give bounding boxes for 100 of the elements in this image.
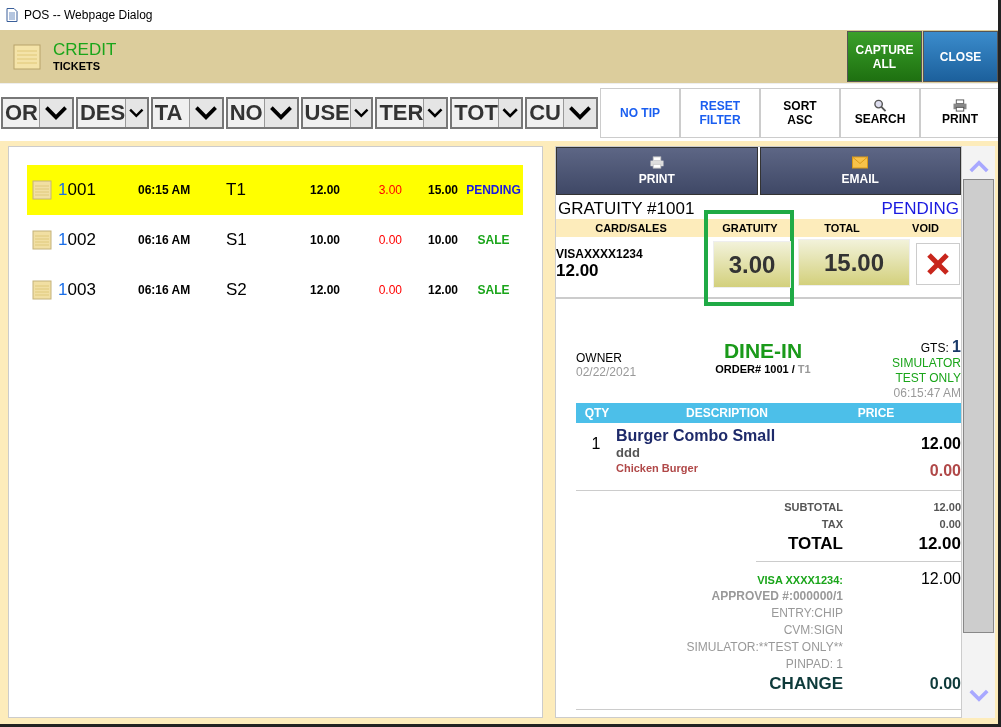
ticket-row[interactable]: 1002 06:16 AM S1 10.00 0.00 10.00 SALE [27, 215, 523, 265]
scrollbar[interactable] [962, 146, 995, 718]
chevron-down-icon [188, 98, 222, 127]
chevron-down-icon [125, 98, 147, 127]
ticket-status: SALE [476, 233, 511, 247]
gratuity-title: GRATUITY #1001 [558, 199, 695, 219]
payment-detail: PINPAD: 1 [784, 656, 843, 673]
page-subtitle: TICKETS [53, 58, 102, 73]
ticket-status: PENDING [465, 183, 522, 197]
subtotal-value: 12.00 [932, 500, 961, 515]
ticket-tip: 0.00 [377, 283, 402, 297]
search-icon [872, 99, 888, 112]
receipt-date: 02/22/2021 [576, 365, 638, 379]
print-button[interactable]: PRINT [556, 147, 758, 195]
ticket-time: 06:15 AM [138, 183, 192, 197]
ticket-time: 06:16 AM [138, 283, 192, 297]
note-icon [32, 180, 52, 200]
void-button[interactable] [916, 243, 960, 285]
payment-detail: CVM:SIGN [782, 622, 843, 639]
chevron-up-icon[interactable] [967, 158, 990, 173]
order-number: ORDER# 1001 / T1 [715, 363, 811, 375]
envelope-icon [852, 156, 869, 169]
payment-value: 12.00 [919, 570, 961, 588]
total-label: TOTAL [786, 533, 843, 555]
tax-label: TAX [820, 517, 843, 532]
note-icon [13, 43, 41, 70]
chevron-down-icon [423, 98, 447, 127]
ticket-tip: 3.00 [377, 183, 402, 197]
filter-dropdown[interactable]: DES [75, 96, 149, 129]
toolbar-button[interactable]: NO TIP [600, 87, 680, 138]
receipt-time: 06:15:47 AM [893, 386, 961, 401]
ticket-tip: 0.00 [377, 233, 402, 247]
tax-value: 0.00 [938, 517, 961, 532]
header-button[interactable]: CLOSE [923, 31, 998, 82]
payment-detail: SIMULATOR:**TEST ONLY** [685, 639, 843, 656]
change-value: 0.00 [928, 675, 961, 693]
email-button[interactable]: EMAIL [759, 147, 961, 195]
subtotal-label: SUBTOTAL [783, 500, 843, 515]
chevron-down-icon [263, 98, 297, 127]
header-button[interactable]: CAPTURE ALL [847, 31, 922, 82]
total-value: 12.00 [917, 533, 961, 555]
filter-dropdown[interactable]: TER [375, 96, 449, 129]
item-quantity: 1 [590, 434, 602, 453]
ticket-row[interactable]: 1001 06:15 AM T1 12.00 3.00 15.00 PENDING [27, 165, 523, 215]
ticket-status: SALE [476, 283, 511, 297]
toolbar-button[interactable]: SORT ASC [760, 87, 840, 138]
filter-dropdown[interactable]: USE [300, 96, 374, 129]
page-title: CREDIT [53, 40, 117, 59]
gts-label: GTS: 1 [920, 339, 961, 356]
column-header: VOID [911, 222, 940, 234]
column-header: CARD/SALES [594, 222, 668, 234]
payment-detail: APPROVED #:000000/1 [710, 588, 843, 605]
column-header: GRATUITY [721, 222, 779, 234]
chevron-down-icon [349, 98, 372, 127]
printer-icon [648, 156, 665, 169]
payment-detail: ENTRY:CHIP [770, 605, 843, 622]
ticket-number: 1002 [58, 230, 97, 250]
ticket-table: S2 [226, 280, 280, 300]
ticket-total: 15.00 [426, 183, 458, 197]
toolbar-button[interactable]: PRINT [920, 87, 998, 138]
modifier-name: Chicken Burger [616, 462, 698, 476]
owner-label: OWNER [576, 351, 623, 365]
ticket-amount: 12.00 [308, 183, 340, 197]
note-icon [32, 280, 52, 300]
ticket-number: 1003 [58, 280, 97, 300]
chevron-down-icon [38, 98, 72, 127]
item-note: ddd [616, 445, 641, 460]
gratuity-status: PENDING [881, 199, 959, 219]
payment-label: VISA XXXX1234: [756, 574, 843, 586]
ticket-amount: 12.00 [308, 283, 340, 297]
test-label: TEST ONLY [895, 371, 961, 386]
filter-dropdown[interactable]: TOT [450, 96, 524, 129]
item-price: 12.00 [920, 434, 961, 453]
filter-dropdown[interactable]: TA [150, 96, 224, 129]
ticket-number: 1001 [58, 180, 97, 200]
ticket-amount: 10.00 [308, 233, 340, 247]
ticket-table: T1 [226, 180, 280, 200]
toolbar-button[interactable]: SEARCH [840, 87, 920, 138]
ticket-time: 06:16 AM [138, 233, 192, 247]
document-icon [6, 8, 18, 22]
total-button[interactable]: 15.00 [798, 239, 910, 286]
order-type: DINE-IN [723, 339, 803, 363]
chevron-down-icon[interactable] [967, 689, 990, 704]
change-label: CHANGE [768, 673, 843, 695]
printer-icon [952, 99, 968, 112]
close-icon [926, 252, 950, 276]
ticket-total: 10.00 [426, 233, 458, 247]
card-amount: 12.00 [556, 261, 600, 281]
gratuity-button[interactable]: 3.00 [713, 241, 791, 288]
item-name: Burger Combo Small [616, 427, 777, 445]
column-header: TOTAL [823, 222, 861, 234]
ticket-row[interactable]: 1003 06:16 AM S2 12.00 0.00 12.00 SALE [27, 265, 523, 315]
scrollbar-thumb[interactable] [963, 179, 994, 633]
filter-dropdown[interactable]: NO [225, 96, 299, 129]
ticket-total: 12.00 [426, 283, 458, 297]
filter-dropdown[interactable]: CU [525, 96, 598, 129]
chevron-down-icon [563, 98, 596, 127]
modifier-price: 0.00 [929, 462, 961, 480]
toolbar-button[interactable]: RESET FILTER [680, 87, 760, 138]
filter-dropdown[interactable]: OR [1, 96, 74, 129]
